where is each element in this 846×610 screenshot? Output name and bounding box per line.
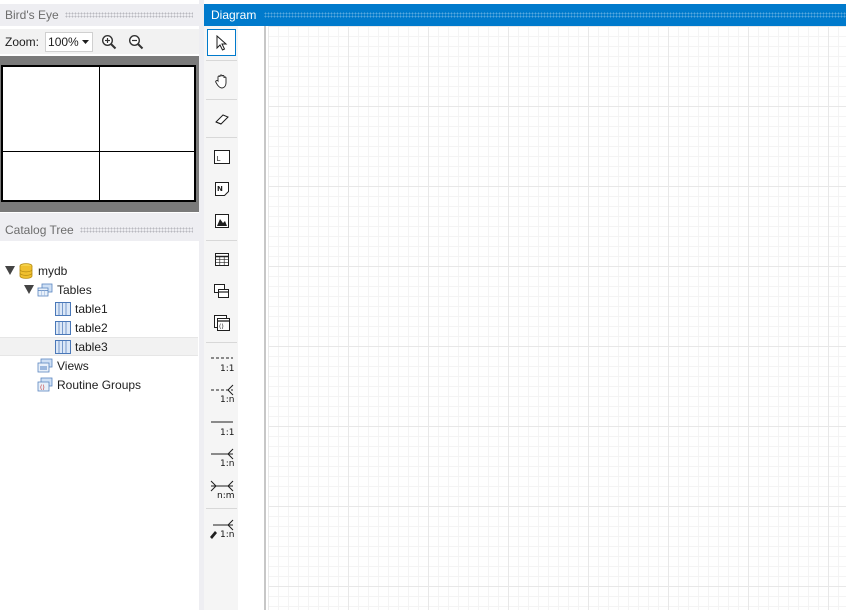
svg-text:L: L [216,155,220,163]
relation-solid-icon: 1:1 [209,416,235,438]
zoom-in-icon [102,34,117,49]
toolbar-separator [206,99,237,100]
toolbar-separator [206,137,237,138]
expand-arrow-icon[interactable] [4,265,16,277]
zoom-out-button[interactable] [125,31,147,53]
diagram-header: Diagram [204,4,846,26]
table-icon [55,339,71,355]
hand-tool-button[interactable] [207,68,236,94]
tree-item-label: Tables [57,282,92,297]
toolbar-separator [206,508,237,509]
svg-text:N: N [217,185,223,193]
svg-text:(): () [40,384,45,391]
catalog-tree-header-grip[interactable] [79,227,193,233]
table-grid-icon [214,252,229,266]
relation-label: n:m [216,491,235,501]
relation-solid-crowfoot-icon: 1:n [209,447,235,469]
table-icon [55,320,71,336]
tree-item-table1[interactable]: table1 [0,299,199,318]
tree-item-label: Routine Groups [57,377,142,392]
relation-dashed-icon: 1:1 [209,352,235,374]
routine-tool-button[interactable]: () [207,311,236,335]
eraser-icon [214,114,229,125]
select-tool-button[interactable] [207,29,236,56]
toolbar-separator [206,240,237,241]
relation-nm-icon: n:m [209,479,235,501]
toolbar-separator [206,60,237,61]
routine-icon: () [213,315,230,331]
eraser-tool-button[interactable] [207,106,236,132]
relation-n-m-button[interactable]: n:m [207,478,236,502]
birds-eye-frame [0,56,199,212]
tree-item-views[interactable]: Views [0,356,199,375]
relation-1-n-existing-columns-button[interactable]: 1:n [207,516,236,542]
table-icon [55,301,71,317]
tree-item-label: mydb [38,263,68,278]
toolbar-separator [206,342,237,343]
hand-icon [214,74,226,89]
chevron-down-icon[interactable] [80,33,90,51]
catalog-tree-header: Catalog Tree [0,219,199,241]
catalog-tree: mydb Tables table1 table2 table3 Views (… [0,241,199,610]
pointer-icon [216,34,227,51]
tree-item-mydb[interactable]: mydb [0,261,199,280]
zoom-value: 100% [48,34,79,49]
zoom-out-icon [129,34,144,49]
birds-eye-header-grip[interactable] [64,12,193,18]
expand-arrow-icon[interactable] [23,284,35,296]
zoom-label: Zoom: [5,34,40,49]
image-tool-button[interactable] [207,209,236,233]
diagram-canvas-margin [238,26,266,610]
tree-item-routine-groups[interactable]: () Routine Groups [0,375,199,394]
relation-label: 1:n [220,395,235,405]
diagram-header-grip[interactable] [264,12,846,18]
relation-1-1-non-identifying-button[interactable]: 1:1 [207,351,236,375]
layer-icon: L [213,150,230,164]
tables-folder-icon [37,282,53,298]
tree-item-label: table3 [75,339,108,354]
birds-eye-viewport[interactable] [1,65,196,202]
tree-item-label: Views [57,358,89,373]
relation-1-n-identifying-button[interactable]: 1:n [207,446,236,470]
svg-text:(): () [219,324,224,331]
birds-eye-title: Bird's Eye [5,8,59,22]
note-tool-button[interactable]: N [207,177,236,201]
catalog-tree-title: Catalog Tree [5,223,74,237]
birds-eye-vertical-line [99,67,100,200]
diagram-toolbar: L N () 1:1 1:n 1:1 1:n n:m 1:n [204,26,238,610]
diagram-title: Diagram [211,8,257,22]
zoom-toolbar: Zoom: 100% [0,29,199,54]
birds-eye-horizontal-line [3,151,194,152]
view-icon [214,284,229,298]
relation-label: 1:1 [220,364,235,374]
layer-tool-button[interactable]: L [207,145,236,169]
routine-groups-icon: () [37,377,53,393]
relation-1-1-identifying-button[interactable]: 1:1 [207,415,236,439]
tree-item-table3[interactable]: table3 [0,337,198,356]
table-tool-button[interactable] [207,247,236,271]
database-icon [18,262,34,279]
note-icon: N [214,182,229,196]
image-icon [214,214,229,228]
tree-item-label: table2 [75,320,108,335]
relation-pick-icon: 1:n [209,518,235,540]
diagram-canvas[interactable] [268,26,846,610]
zoom-in-button[interactable] [98,31,120,53]
tree-item-table2[interactable]: table2 [0,318,199,337]
views-folder-icon [37,358,53,374]
tree-item-tables[interactable]: Tables [0,280,199,299]
left-panel: Bird's Eye Zoom: 100% Catalog Tree mydb … [0,0,199,610]
relation-label: 1:n [220,459,235,469]
relation-label: 1:n [220,530,235,540]
relation-dashed-crowfoot-icon: 1:n [209,383,235,405]
zoom-select[interactable]: 100% [45,31,94,52]
tree-item-label: table1 [75,301,108,316]
view-tool-button[interactable] [207,279,236,303]
birds-eye-header: Bird's Eye [0,4,199,26]
relation-label: 1:1 [220,428,235,438]
relation-1-n-non-identifying-button[interactable]: 1:n [207,382,236,406]
